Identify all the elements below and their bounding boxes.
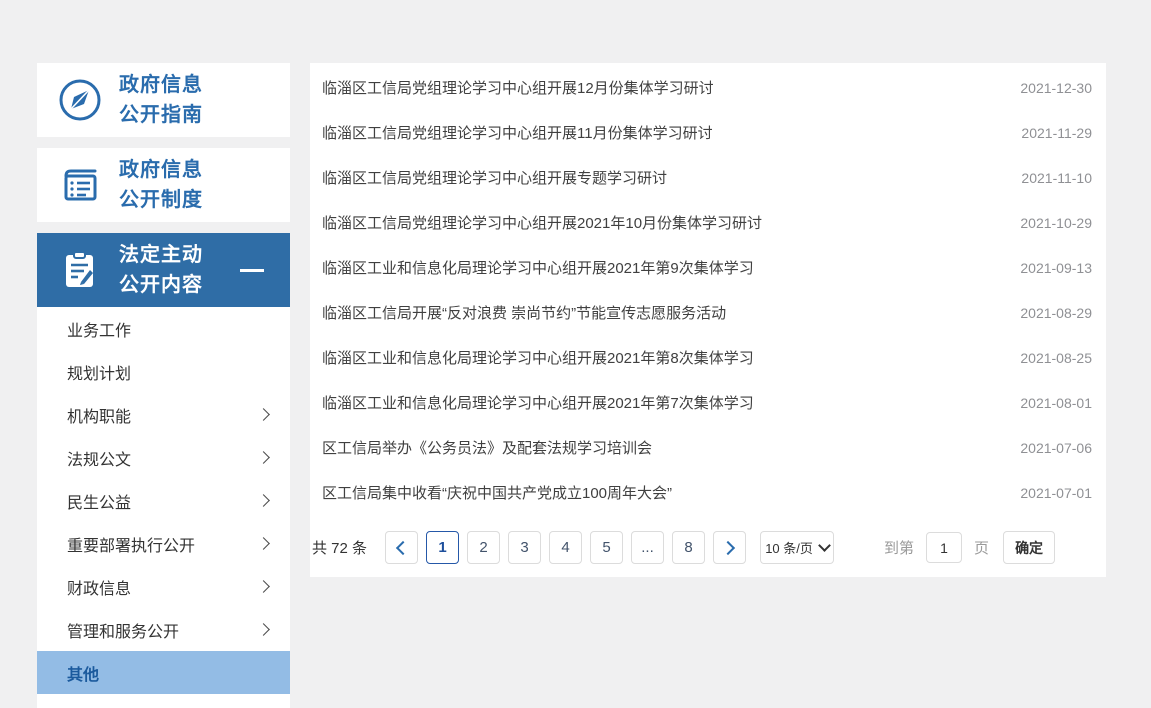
main-panel: 临淄区工信局党组理论学习中心组开展12月份集体学习研讨 2021-12-30 临… <box>310 63 1106 577</box>
article-date: 2021-09-13 <box>1020 260 1092 276</box>
article-title-link[interactable]: 临淄区工信局党组理论学习中心组开展2021年10月份集体学习研讨 <box>322 212 762 233</box>
menu-item-fiscal-info[interactable]: 财政信息 <box>37 565 290 608</box>
article-date: 2021-08-29 <box>1020 305 1092 321</box>
sidebar-card-label: 政府信息 公开制度 <box>119 155 203 215</box>
page-button-3[interactable]: 3 <box>508 531 541 564</box>
article-date: 2021-10-29 <box>1020 215 1092 231</box>
chevron-left-icon <box>396 540 410 554</box>
chevron-right-icon <box>257 408 270 421</box>
article-row[interactable]: 区工信局举办《公务员法》及配套法规学习培训会 2021-07-06 <box>310 425 1106 470</box>
article-list: 临淄区工信局党组理论学习中心组开展12月份集体学习研讨 2021-12-30 临… <box>310 65 1106 515</box>
menu-item-public-welfare[interactable]: 民生公益 <box>37 479 290 522</box>
chevron-right-icon <box>257 623 270 636</box>
article-title-link[interactable]: 临淄区工业和信息化局理论学习中心组开展2021年第8次集体学习 <box>322 347 754 368</box>
clipboard-pen-icon <box>57 247 103 293</box>
sidebar-card-statutory-disclosure[interactable]: 法定主动 公开内容 <box>37 233 290 307</box>
article-row[interactable]: 临淄区工信局开展“反对浪费 崇尚节约”节能宣传志愿服务活动 2021-08-29 <box>310 290 1106 335</box>
goto-page-input[interactable] <box>926 532 962 563</box>
menu-item-other[interactable]: 其他 <box>37 651 290 694</box>
sidebar-card-gov-info-system[interactable]: 政府信息 公开制度 <box>37 148 290 222</box>
chevron-right-icon <box>257 451 270 464</box>
goto-label: 到第 <box>884 537 914 558</box>
article-title-link[interactable]: 临淄区工业和信息化局理论学习中心组开展2021年第9次集体学习 <box>322 257 754 278</box>
article-date: 2021-12-30 <box>1020 80 1092 96</box>
article-row[interactable]: 临淄区工业和信息化局理论学习中心组开展2021年第7次集体学习 2021-08-… <box>310 380 1106 425</box>
menu-item-planning[interactable]: 规划计划 <box>37 350 290 393</box>
article-date: 2021-11-10 <box>1021 170 1092 186</box>
sidebar-card-label: 政府信息 公开指南 <box>119 70 203 130</box>
next-page-button[interactable] <box>713 531 746 564</box>
page-button-1[interactable]: 1 <box>426 531 459 564</box>
article-row[interactable]: 区工信局集中收看“庆祝中国共产党成立100周年大会” 2021-07-01 <box>310 470 1106 515</box>
goto-page-group: 到第 页 确定 <box>884 531 1055 564</box>
article-row[interactable]: 临淄区工信局党组理论学习中心组开展11月份集体学习研讨 2021-11-29 <box>310 110 1106 155</box>
article-title-link[interactable]: 临淄区工业和信息化局理论学习中心组开展2021年第7次集体学习 <box>322 392 754 413</box>
article-title-link[interactable]: 临淄区工信局党组理论学习中心组开展11月份集体学习研讨 <box>322 122 713 143</box>
article-date: 2021-08-25 <box>1020 350 1092 366</box>
article-row[interactable]: 临淄区工信局党组理论学习中心组开展12月份集体学习研讨 2021-12-30 <box>310 65 1106 110</box>
article-date: 2021-11-29 <box>1021 125 1092 141</box>
article-row[interactable]: 临淄区工业和信息化局理论学习中心组开展2021年第9次集体学习 2021-09-… <box>310 245 1106 290</box>
page-unit-label: 页 <box>974 537 989 558</box>
article-date: 2021-07-01 <box>1020 485 1092 501</box>
article-title-link[interactable]: 区工信局集中收看“庆祝中国共产党成立100周年大会” <box>322 482 672 503</box>
chevron-down-icon <box>818 539 831 552</box>
article-row[interactable]: 临淄区工信局党组理论学习中心组开展2021年10月份集体学习研讨 2021-10… <box>310 200 1106 245</box>
confirm-button[interactable]: 确定 <box>1003 531 1055 564</box>
article-row[interactable]: 临淄区工信局党组理论学习中心组开展专题学习研讨 2021-11-10 <box>310 155 1106 200</box>
page-button-2[interactable]: 2 <box>467 531 500 564</box>
sidebar-card-label: 法定主动 公开内容 <box>119 240 203 300</box>
page-ellipsis-button[interactable]: ... <box>631 531 664 564</box>
menu-item-management-services[interactable]: 管理和服务公开 <box>37 608 290 651</box>
sidebar-card-gov-info-guide[interactable]: 政府信息 公开指南 <box>37 63 290 137</box>
chevron-right-icon <box>257 494 270 507</box>
sidebar: 政府信息 公开指南 政府信息 公开制度 <box>37 63 290 708</box>
sidebar-menu: 业务工作 规划计划 机构职能 法规公文 民生公益 重要部署执行公开 财政信息 管… <box>37 307 290 708</box>
menu-item-business-work[interactable]: 业务工作 <box>37 307 290 350</box>
chevron-right-icon <box>257 580 270 593</box>
article-date: 2021-08-01 <box>1020 395 1092 411</box>
total-count-label: 共 72 条 <box>312 537 367 558</box>
page-button-8[interactable]: 8 <box>672 531 705 564</box>
page-size-select[interactable]: 10 条/页 <box>760 531 834 564</box>
page-button-4[interactable]: 4 <box>549 531 582 564</box>
menu-item-key-deployments[interactable]: 重要部署执行公开 <box>37 522 290 565</box>
article-title-link[interactable]: 临淄区工信局党组理论学习中心组开展专题学习研讨 <box>322 167 667 188</box>
menu-item-regulations[interactable]: 法规公文 <box>37 436 290 479</box>
collapse-minus-icon[interactable] <box>240 269 264 272</box>
menu-item-org-functions[interactable]: 机构职能 <box>37 393 290 436</box>
book-list-icon <box>57 162 103 208</box>
compass-icon <box>57 77 103 123</box>
article-row[interactable]: 临淄区工业和信息化局理论学习中心组开展2021年第8次集体学习 2021-08-… <box>310 335 1106 380</box>
article-title-link[interactable]: 临淄区工信局开展“反对浪费 崇尚节约”节能宣传志愿服务活动 <box>322 302 726 323</box>
page-button-5[interactable]: 5 <box>590 531 623 564</box>
article-title-link[interactable]: 临淄区工信局党组理论学习中心组开展12月份集体学习研讨 <box>322 77 714 98</box>
chevron-right-icon <box>721 540 735 554</box>
prev-page-button[interactable] <box>385 531 418 564</box>
chevron-right-icon <box>257 537 270 550</box>
article-title-link[interactable]: 区工信局举办《公务员法》及配套法规学习培训会 <box>322 437 652 458</box>
pagination-bar: 共 72 条 1 2 3 4 5 ... 8 10 条/页 到第 页 确定 <box>310 531 1106 564</box>
article-date: 2021-07-06 <box>1020 440 1092 456</box>
